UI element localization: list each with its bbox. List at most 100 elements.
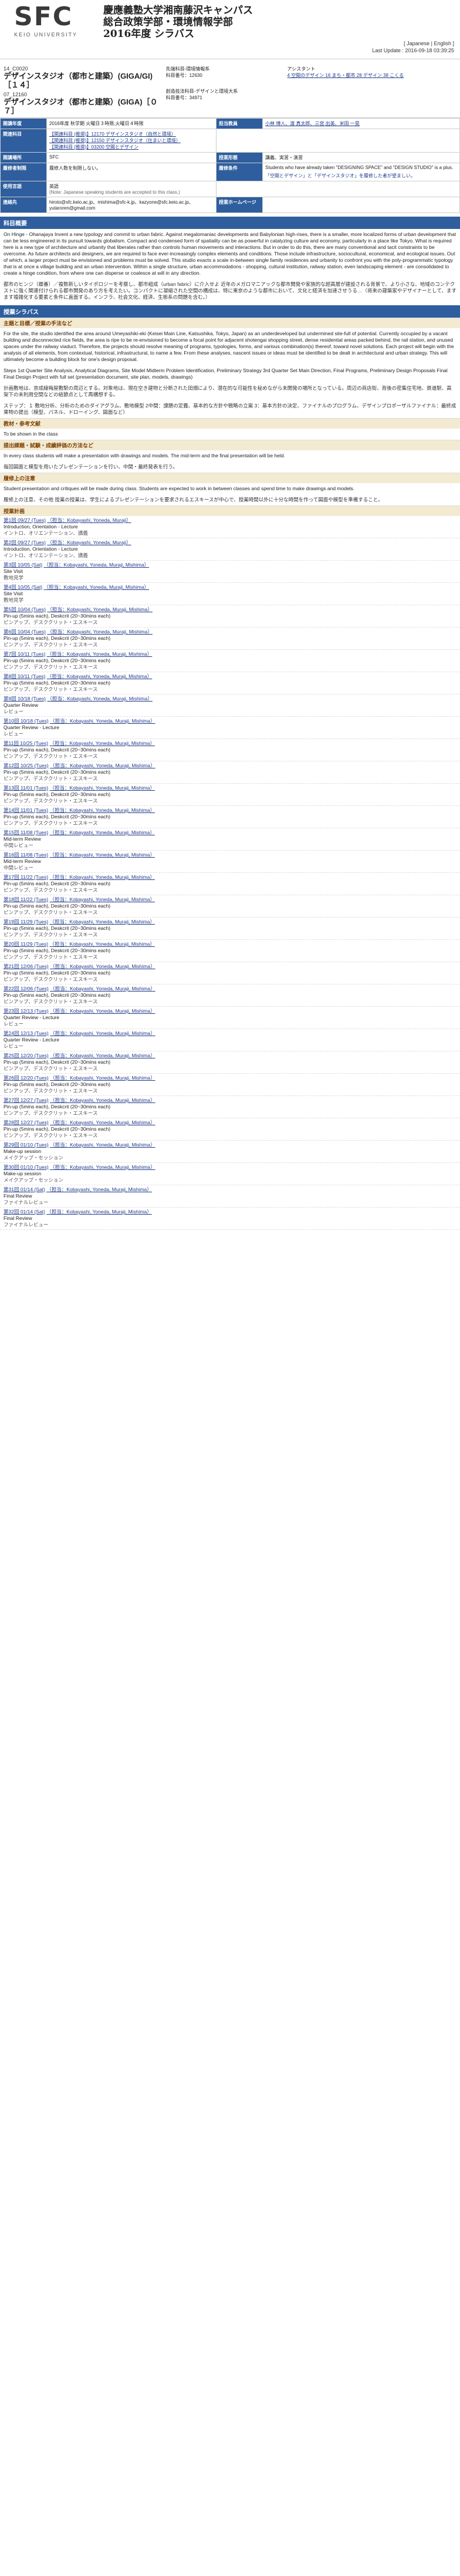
schedule-instructors: （担当：Kobayashi, Yoneda, Muraji, Mishima） [46, 651, 153, 657]
schedule-item: 第25回 12/20 (Tues) （担当：Kobayashi, Yoneda,… [0, 1051, 460, 1074]
schedule-session-link[interactable]: 第21回 12/06 (Tues) [4, 963, 49, 969]
schedule-item: 第7回 10/11 (Tues) （担当：Kobayashi, Yoneda, … [0, 650, 460, 672]
grading-en: In every class students will make a pres… [4, 453, 285, 458]
schedule-item: 第24回 12/13 (Tues) （担当：Kobayashi, Yoneda,… [0, 1029, 460, 1051]
schedule-description-jp: ピンアップ、デスククリット・エスキース [4, 619, 98, 625]
schedule-session-link[interactable]: 第24回 12/13 (Tues) [4, 1030, 49, 1036]
method-steps: Steps 1st Quarter Site Analysis, Analyti… [4, 367, 448, 380]
schedule-session-link[interactable]: 第11回 10/25 (Tues) [4, 740, 48, 746]
schedule-list: 第1回 09/27 (Tues) （担当：Kobayashi, Yoneda, … [0, 516, 460, 1230]
schedule-item: 第18回 11/22 (Tues) （担当：Kobayashi, Yoneda,… [0, 895, 460, 918]
contact-value[interactable]: hiroto@sfc.keio.ac.jp、mishima@sfc-k.jp、k… [46, 197, 217, 213]
schedule-session-link[interactable]: 第2回 09/27 (Tues) [4, 540, 46, 545]
schedule-description: Quarter Review - Lecture [4, 1014, 59, 1020]
schedule-instructors: （担当：Kobayashi, Yoneda, Muraji, Mishima） [50, 763, 155, 768]
schedule-instructors: （担当：Kobayashi, Yoneda, Muraji, Mishima） [49, 919, 155, 925]
logo-text: SFC [14, 2, 73, 32]
class-type-value: 講義、実習・演習 [262, 152, 460, 163]
schedule-section: 授業計画 第1回 09/27 (Tues) （担当：Kobayashi, Yon… [0, 505, 460, 1230]
schedule-session-link[interactable]: 第23回 12/13 (Tues) [4, 1008, 49, 1014]
schedule-instructors: （担当：Kobayashi, Yoneda, Muraji, Mishima） [43, 584, 150, 590]
language-text: 英語 [49, 184, 59, 189]
schedule-description-jp: ピンアップ、デスククリット・エスキース [4, 686, 98, 692]
teachers-link[interactable]: 小林 博人、渡 真太郎、三宮 出美、米田 一晃 [265, 121, 360, 126]
schedule-session-link[interactable]: 第9回 10/18 (Tues) [4, 696, 46, 702]
schedule-session-link[interactable]: 第31回 01/14 (Sat) [4, 1186, 45, 1192]
schedule-description: Pin-up (5mins each), Deskcrit (20~30mins… [4, 881, 111, 886]
schedule-session-link[interactable]: 第26回 12/20 (Tues) [4, 1075, 49, 1081]
sfc-logo[interactable]: SFC KEIO UNIVERSITY [14, 4, 90, 40]
schedule-description-jp: ファイナルレビュー [4, 1199, 49, 1205]
schedule-session-link[interactable]: 第15回 11/08 (Tues) [4, 830, 48, 835]
schedule-session-link[interactable]: 第5回 10/04 (Tues) [4, 606, 46, 612]
schedule-session-link[interactable]: 第25回 12/20 (Tues) [4, 1053, 49, 1058]
schedule-instructors: （担当：Kobayashi, Yoneda, Muraji, Mishima） [49, 807, 155, 813]
method-jp-2: ステップ：１ 敷地分析、分析のためのダイアグラム、敷地模型 2中間：課題の定義、… [4, 403, 456, 415]
assistants-links[interactable]: 4 空間のデザイン 16 まち・都市 28 デザイン 38 こくる [288, 73, 404, 78]
theme-heading: 主題と目標／授業の手法など [0, 318, 460, 328]
schedule-item: 第6回 10/04 (Tues) （担当：Kobayashi, Yoneda, … [0, 628, 460, 650]
relation-item[interactable]: 【関連科目 (推奨)】12150 デザインスタジオ（住まいと環境） [49, 137, 214, 144]
language-switch[interactable]: [ Japanese | English ] [372, 40, 454, 47]
teachers-label: 担当教員 [216, 118, 263, 129]
schedule-session-link[interactable]: 第6回 10/04 (Tues) [4, 629, 46, 635]
schedule-session-link[interactable]: 第7回 10/11 (Tues) [4, 651, 45, 657]
schedule-session-link[interactable]: 第29回 01/10 (Tues) [4, 1142, 49, 1148]
course-title-1: デザインスタジオ（都市と建築）(GIGA/GI)［１４］ [4, 72, 153, 89]
schedule-description-jp: レビュー [4, 709, 24, 714]
schedule-description-jp: ピンアップ、デスククリット・エスキース [4, 909, 98, 915]
schedule-session-link[interactable]: 第18回 11/22 (Tues) [4, 896, 48, 902]
course-code-1: 14_C0020 [4, 66, 28, 72]
schedule-session-link[interactable]: 第8回 10/11 (Tues) [4, 673, 45, 679]
number-value-1: 科目番号：12630 [165, 73, 202, 78]
relation-label: 関連科目 [0, 129, 47, 153]
schedule-session-link[interactable]: 第17回 11/22 (Tues) [4, 874, 48, 880]
relation-item[interactable]: 【関連科目 (推奨)】12170 デザインスタジオ（自然と環境） [49, 131, 214, 137]
schedule-item: 第15回 11/08 (Tues) （担当：Kobayashi, Yoneda,… [0, 828, 460, 851]
schedule-session-link[interactable]: 第12回 10/25 (Tues) [4, 763, 49, 768]
schedule-description: Introduction, Orientation - Lecture [4, 546, 78, 552]
schedule-session-link[interactable]: 第19回 11/29 (Tues) [4, 919, 48, 925]
prereq-note-value: Students who have already taken "DESIGNI… [262, 163, 460, 181]
schedule-instructors: （担当：Kobayashi, Yoneda, Muraji, Mishima） [46, 1186, 152, 1192]
overview-section: 科目概要 On Hinge - Ohanajaya Invent a new t… [0, 217, 460, 303]
schedule-session-link[interactable]: 第22回 12/06 (Tues) [4, 986, 49, 992]
schedule-instructors: （担当：Kobayashi, Yoneda, Muraji, Mishima） [50, 1030, 155, 1036]
schedule-session-link[interactable]: 第16回 11/08 (Tues) [4, 852, 48, 858]
overview-heading: 科目概要 [0, 217, 460, 229]
language-spacer [216, 181, 460, 197]
meta-row-prereq: 履修者制限 履修人数を制限しない。 履修条件 Students who have… [0, 163, 460, 181]
schedule-description: Quarter Review - Lecture [4, 1037, 59, 1043]
schedule-description-jp: ピンアップ、デスククリット・エスキース [4, 1132, 98, 1138]
schedule-session-link[interactable]: 第20回 11/29 (Tues) [4, 941, 48, 947]
prereq-value: 履修人数を制限しない。 [46, 163, 217, 181]
schedule-description: Pin-up (5mins each), Deskcrit (20~30mins… [4, 1081, 111, 1087]
schedule-session-link[interactable]: 第3回 10/05 (Sat) [4, 562, 42, 568]
title-line-1: 慶應義塾大学湘南藤沢キャンパス [103, 5, 253, 16]
schedule-description-jp: ピンアップ、デスククリット・エスキース [4, 820, 98, 826]
relation-item[interactable]: 【関連科目 (推奨)】03200 空間とデザイン [49, 144, 214, 150]
prereq-note-en: Students who have already taken "DESIGNI… [265, 165, 454, 170]
schedule-session-link[interactable]: 第14回 11/01 (Tues) [4, 807, 48, 813]
schedule-session-link[interactable]: 第32回 01/14 (Sat) [4, 1209, 45, 1215]
schedule-instructors: （担当：Kobayashi, Yoneda, Muraji, Mishima） [50, 1053, 155, 1058]
schedule-session-link[interactable]: 第27回 12/27 (Tues) [4, 1097, 49, 1103]
schedule-session-link[interactable]: 第13回 11/01 (Tues) [4, 785, 48, 791]
schedule-description-jp: ピンアップ、デスククリット・エスキース [4, 1066, 98, 1071]
homepage-value [262, 197, 460, 213]
schedule-description: Pin-up (5mins each), Deskcrit (20~30mins… [4, 903, 111, 909]
schedule-description: Mid-term Review [4, 858, 41, 864]
schedule-instructors: （担当：Kobayashi, Yoneda, Muraji, Mishima） [49, 896, 155, 902]
schedule-description: Pin-up (5mins each), Deskcrit (20~30mins… [4, 613, 111, 619]
schedule-session-link[interactable]: 第1回 09/27 (Tues) [4, 517, 46, 523]
schedule-description: Mid-term Review [4, 836, 41, 842]
schedule-item: 第30回 01/10 (Tues) （担当：Kobayashi, Yoneda,… [0, 1163, 460, 1185]
schedule-session-link[interactable]: 第28回 12/27 (Tues) [4, 1120, 49, 1125]
relation-values: 【関連科目 (推奨)】12170 デザインスタジオ（自然と環境） 【関連科目 (… [46, 129, 217, 153]
schedule-session-link[interactable]: 第30回 01/10 (Tues) [4, 1164, 49, 1170]
assistants-label: アシスタント [287, 66, 316, 72]
schedule-session-link[interactable]: 第4回 10/05 (Sat) [4, 584, 42, 590]
schedule-instructors: （担当：Kobayashi, Yoneda, Muraji, Mishima） [46, 1209, 152, 1215]
schedule-description-jp: ピンアップ、デスククリット・エスキース [4, 753, 98, 759]
schedule-session-link[interactable]: 第10回 10/18 (Tues) [4, 718, 49, 724]
